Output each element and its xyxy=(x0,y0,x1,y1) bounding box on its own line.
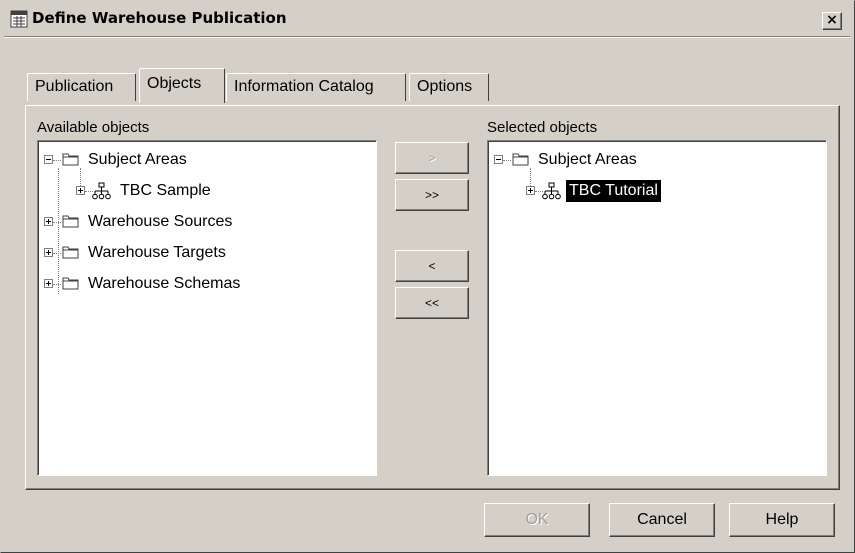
dialog-window: Define Warehouse Publication × Publicati… xyxy=(0,0,855,553)
tree-item-warehouse-targets[interactable]: Warehouse Targets xyxy=(38,242,368,264)
remove-button-label: < xyxy=(428,259,436,273)
folder-icon xyxy=(62,277,79,290)
ok-button[interactable]: OK xyxy=(484,503,590,537)
tab-label: Information Catalog xyxy=(234,78,374,95)
remove-button[interactable]: < xyxy=(395,250,469,282)
tree-connector xyxy=(53,222,61,223)
add-all-button-label: >> xyxy=(424,188,439,202)
tree-item-tbc-sample[interactable]: TBC Sample xyxy=(38,180,368,202)
add-button[interactable]: > xyxy=(395,142,469,174)
tab-label: Objects xyxy=(147,75,202,92)
close-icon: × xyxy=(826,12,838,28)
expand-icon[interactable] xyxy=(44,248,53,257)
title-separator xyxy=(4,36,850,38)
collapse-icon[interactable] xyxy=(494,155,503,164)
app-icon xyxy=(10,10,28,28)
tree-item-tbc-tutorial[interactable]: TBC Tutorial xyxy=(488,180,818,202)
help-button[interactable]: Help xyxy=(729,503,835,537)
tab-label: Publication xyxy=(35,78,114,95)
tree-item-label: TBC Sample xyxy=(120,182,211,199)
tree-item-label: Warehouse Targets xyxy=(88,244,226,261)
collapse-icon[interactable] xyxy=(44,155,53,164)
folder-icon xyxy=(62,215,79,228)
tree-item-label: Warehouse Sources xyxy=(88,213,233,230)
tree-connector xyxy=(53,253,61,254)
title-bar[interactable]: Define Warehouse Publication × xyxy=(4,4,850,34)
tree-connector xyxy=(53,284,61,285)
expand-icon[interactable] xyxy=(76,186,85,195)
tree-item-label: Subject Areas xyxy=(88,151,187,168)
tree-item-warehouse-sources[interactable]: Warehouse Sources xyxy=(38,211,368,233)
tree-item-label: Warehouse Schemas xyxy=(88,275,241,292)
tab-options[interactable]: Options xyxy=(409,73,489,101)
folder-icon xyxy=(512,153,529,166)
selected-objects-tree[interactable]: Subject Areas TBC Tutorial xyxy=(487,140,827,476)
tree-connector xyxy=(503,160,511,161)
folder-icon xyxy=(62,153,79,166)
expand-icon[interactable] xyxy=(526,186,535,195)
tab-objects[interactable]: Objects xyxy=(139,68,225,103)
add-button-label: > xyxy=(428,151,436,165)
remove-all-button-label: << xyxy=(424,296,439,310)
available-objects-tree[interactable]: Subject Areas TBC Sample Warehouse Sourc… xyxy=(37,140,377,476)
objects-tab-panel: Available objects Subject Areas TBC Samp… xyxy=(25,105,840,490)
folder-icon xyxy=(62,246,79,259)
selected-objects-label: Selected objects xyxy=(487,119,598,136)
expand-icon[interactable] xyxy=(44,279,53,288)
cancel-button[interactable]: Cancel xyxy=(609,503,715,537)
help-button-label: Help xyxy=(765,511,799,528)
expand-icon[interactable] xyxy=(44,217,53,226)
window-title: Define Warehouse Publication xyxy=(32,9,287,27)
tree-item-subject-areas[interactable]: Subject Areas xyxy=(38,149,368,171)
close-button[interactable]: × xyxy=(822,12,842,30)
tab-information-catalog[interactable]: Information Catalog xyxy=(226,73,406,101)
tree-item-label: TBC Tutorial xyxy=(566,180,661,202)
tree-item-label: Subject Areas xyxy=(538,151,637,168)
tree-connector xyxy=(53,160,61,161)
cancel-button-label: Cancel xyxy=(637,511,687,528)
hierarchy-icon xyxy=(92,182,111,200)
tree-item-warehouse-schemas[interactable]: Warehouse Schemas xyxy=(38,273,368,295)
tree-item-subject-areas[interactable]: Subject Areas xyxy=(488,149,818,171)
tab-label: Options xyxy=(417,78,473,95)
hierarchy-icon xyxy=(542,182,561,200)
remove-all-button[interactable]: << xyxy=(395,287,469,319)
add-all-button[interactable]: >> xyxy=(395,179,469,211)
ok-button-label: OK xyxy=(525,511,549,528)
available-objects-label: Available objects xyxy=(37,119,150,136)
tab-publication[interactable]: Publication xyxy=(27,73,136,101)
